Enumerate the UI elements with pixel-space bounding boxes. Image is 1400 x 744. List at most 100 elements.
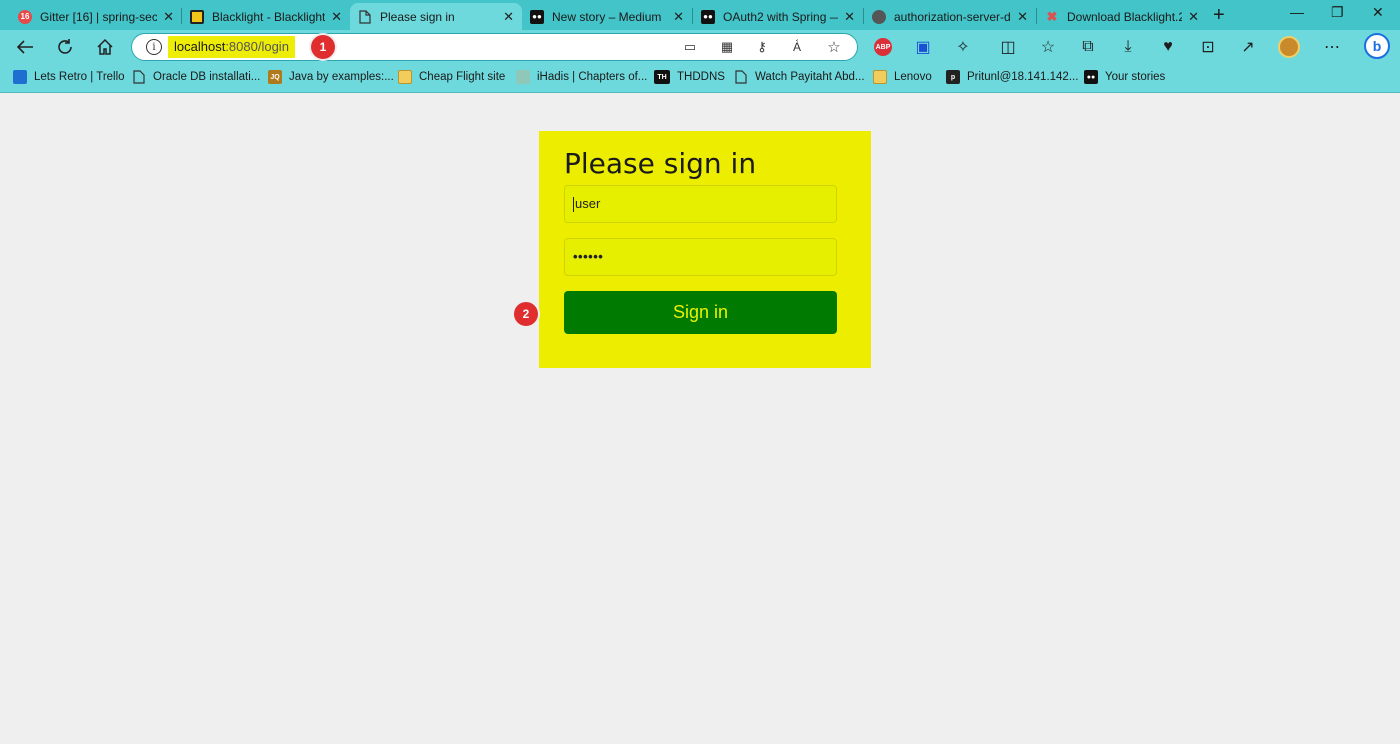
tab-download-blacklight[interactable]: ✖ Download Blacklight.2 ✕ bbox=[1037, 3, 1207, 30]
web-capture-icon[interactable]: ⊡ bbox=[1197, 36, 1219, 58]
adblock-plus-icon[interactable]: ABP bbox=[872, 36, 894, 58]
medium-icon: ●● bbox=[530, 9, 544, 24]
close-icon[interactable]: ✕ bbox=[503, 9, 514, 25]
password-value: •••••• bbox=[573, 249, 604, 264]
maximize-icon[interactable]: ❐ bbox=[1331, 4, 1344, 21]
annotation-marker: 1 bbox=[311, 35, 335, 59]
ihadis-icon bbox=[516, 70, 530, 84]
window-close-icon[interactable]: ✕ bbox=[1372, 4, 1384, 21]
bookmark-item[interactable]: TH THDDNS bbox=[654, 70, 725, 84]
new-tab-button[interactable]: + bbox=[1213, 4, 1225, 27]
tab-gitter[interactable]: 16 Gitter [16] | spring-secu ✕ bbox=[10, 3, 182, 30]
tab-oauth2[interactable]: ●● OAuth2 with Spring — ✕ bbox=[693, 3, 863, 30]
blacklight-download-icon: ✖ bbox=[1046, 8, 1058, 24]
home-icon[interactable] bbox=[94, 36, 116, 58]
th-icon: TH bbox=[654, 70, 670, 84]
favorites-icon[interactable]: ☆ bbox=[1037, 36, 1059, 58]
tab-please-sign-in[interactable]: Please sign in ✕ bbox=[350, 3, 522, 30]
cast-icon[interactable]: ▭ bbox=[681, 38, 699, 56]
github-icon bbox=[872, 9, 886, 24]
close-icon[interactable]: ✕ bbox=[844, 9, 855, 25]
page-icon bbox=[358, 9, 372, 24]
sign-in-button[interactable]: Sign in bbox=[564, 291, 837, 334]
bookmarks-bar: Lets Retro | Trello Oracle DB installati… bbox=[0, 64, 1400, 93]
bookmark-label: THDDNS bbox=[677, 71, 725, 83]
close-icon[interactable]: ✕ bbox=[673, 9, 684, 25]
site-info-icon[interactable]: i bbox=[146, 39, 162, 55]
medium-icon: ●● bbox=[1084, 70, 1098, 84]
bookmark-item[interactable]: Oracle DB installati... bbox=[132, 70, 260, 84]
username-input[interactable]: user bbox=[564, 185, 837, 223]
pritunl-icon: p bbox=[946, 70, 960, 84]
bookmark-label: Pritunl@18.141.142... bbox=[967, 71, 1079, 83]
url-path: :8080/login bbox=[225, 39, 289, 54]
text-caret bbox=[573, 197, 574, 213]
page-icon bbox=[132, 70, 146, 84]
tab-new-story[interactable]: ●● New story – Medium ✕ bbox=[522, 3, 692, 30]
performance-heart-icon[interactable]: ♥ bbox=[1157, 36, 1179, 58]
bookmark-item[interactable]: Lets Retro | Trello bbox=[13, 70, 125, 84]
blacklight-icon bbox=[190, 9, 204, 24]
username-value: user bbox=[575, 196, 601, 211]
bookmark-label: Lets Retro | Trello bbox=[34, 71, 125, 83]
trello-icon bbox=[13, 70, 27, 84]
read-aloud-icon[interactable]: A᷾ bbox=[788, 38, 806, 56]
collections-icon[interactable]: ⧉ bbox=[1077, 36, 1099, 58]
url-text[interactable]: localhost:8080/login bbox=[168, 36, 295, 58]
bookmark-label: Java by examples:... bbox=[289, 71, 394, 83]
share-icon[interactable]: ↗ bbox=[1237, 36, 1259, 58]
reload-icon[interactable] bbox=[54, 36, 76, 58]
address-bar[interactable]: i localhost:8080/login ▭ ▦ ⚷ A᷾ ☆ bbox=[131, 33, 858, 61]
tab-blacklight[interactable]: Blacklight - Blacklight ✕ bbox=[182, 3, 350, 30]
bookmark-item[interactable]: Watch Payitaht Abd... bbox=[734, 70, 865, 84]
annotation-marker: 2 bbox=[514, 302, 538, 326]
downloads-icon[interactable]: ⤓ bbox=[1117, 36, 1139, 58]
tab-title: New story – Medium bbox=[552, 9, 662, 24]
medium-icon: ●● bbox=[701, 9, 715, 24]
page-icon bbox=[734, 70, 748, 84]
close-icon[interactable]: ✕ bbox=[1188, 9, 1199, 25]
bookmark-item[interactable]: p Pritunl@18.141.142... bbox=[946, 70, 1078, 84]
copilot-icon[interactable]: b bbox=[1363, 32, 1391, 60]
folder-icon bbox=[873, 70, 887, 84]
bookmark-label: Cheap Flight site bbox=[419, 71, 506, 83]
bookmark-item[interactable]: iHadis | Chapters of... bbox=[516, 70, 647, 84]
tab-authorization-server[interactable]: authorization-server-de ✕ bbox=[864, 3, 1036, 30]
bookmark-label: Oracle DB installati... bbox=[153, 71, 261, 83]
tab-strip: 16 Gitter [16] | spring-secu ✕ Blackligh… bbox=[0, 0, 1400, 30]
close-icon[interactable]: ✕ bbox=[1017, 9, 1028, 25]
tab-title: Gitter [16] | spring-secu bbox=[40, 9, 158, 24]
signin-form: Please sign in user •••••• Sign in bbox=[539, 131, 871, 368]
back-arrow-icon[interactable] bbox=[14, 36, 36, 58]
url-host: localhost bbox=[174, 39, 226, 54]
bookmark-item[interactable]: Cheap Flight site bbox=[398, 70, 505, 84]
tab-title: Please sign in bbox=[380, 9, 455, 24]
key-icon[interactable]: ⚷ bbox=[753, 38, 771, 56]
tab-title: Blacklight - Blacklight bbox=[212, 9, 326, 24]
avatar[interactable] bbox=[1278, 36, 1300, 58]
close-icon[interactable]: ✕ bbox=[163, 9, 174, 25]
folder-icon bbox=[398, 70, 412, 84]
minimize-icon[interactable]: — bbox=[1290, 4, 1304, 20]
close-icon[interactable]: ✕ bbox=[331, 9, 342, 25]
extensions-puzzle-icon[interactable]: ✧ bbox=[952, 36, 974, 58]
browser-toolbar: i localhost:8080/login ▭ ▦ ⚷ A᷾ ☆ 1 ABP … bbox=[0, 30, 1400, 64]
bookmark-label: Watch Payitaht Abd... bbox=[755, 71, 865, 83]
bookmark-item[interactable]: ●● Your stories bbox=[1084, 70, 1165, 84]
split-screen-icon[interactable]: ◫ bbox=[997, 36, 1019, 58]
screenshot-extension-icon[interactable]: ▣ bbox=[912, 36, 934, 58]
tab-title: Download Blacklight.2 bbox=[1067, 9, 1183, 24]
bookmark-label: Your stories bbox=[1105, 71, 1166, 83]
more-menu-icon[interactable]: ⋯ bbox=[1321, 36, 1343, 58]
tab-title: OAuth2 with Spring — bbox=[723, 9, 839, 24]
gitter-icon: 16 bbox=[18, 9, 32, 24]
bookmark-label: Lenovo bbox=[894, 71, 932, 83]
bookmark-label: iHadis | Chapters of... bbox=[537, 71, 648, 83]
tab-title: authorization-server-de bbox=[894, 9, 1012, 24]
password-input[interactable]: •••••• bbox=[564, 238, 837, 276]
page-title: Please sign in bbox=[564, 147, 757, 180]
bookmark-item[interactable]: Lenovo bbox=[873, 70, 932, 84]
favorite-star-icon[interactable]: ☆ bbox=[825, 38, 843, 56]
apps-icon[interactable]: ▦ bbox=[718, 38, 736, 56]
bookmark-item[interactable]: JQ Java by examples:... bbox=[268, 70, 394, 84]
